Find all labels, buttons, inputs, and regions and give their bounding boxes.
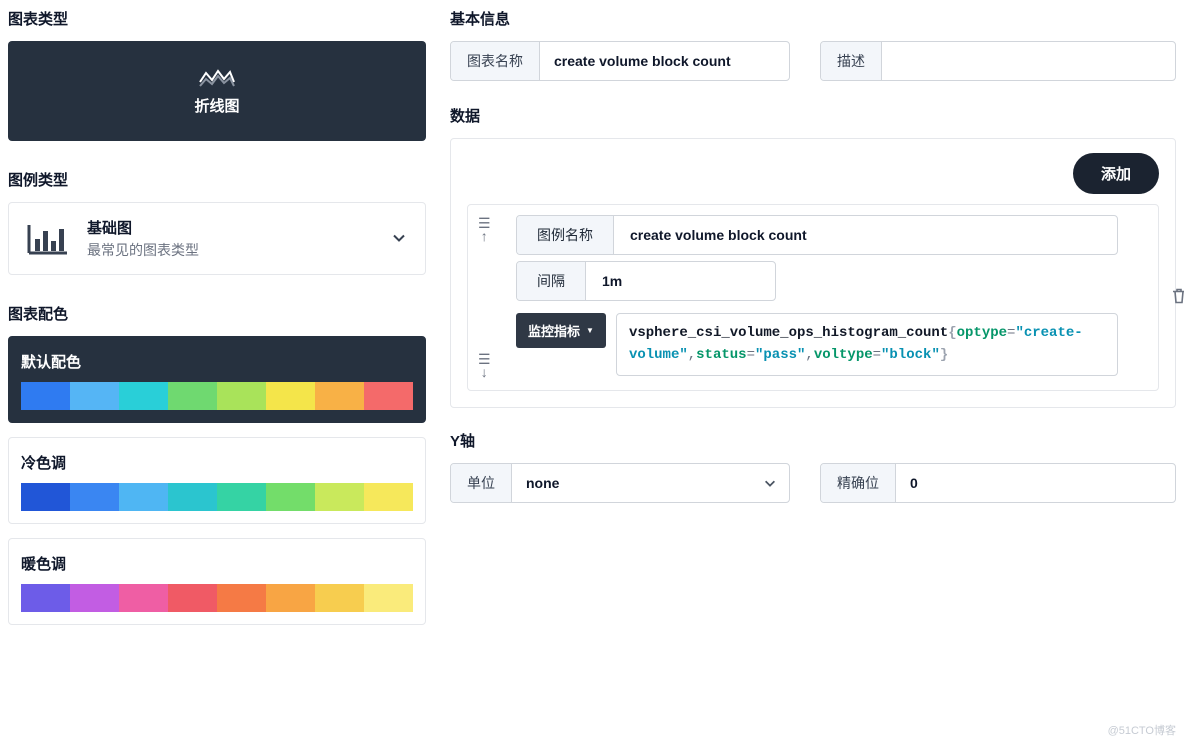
color-swatch [364,584,413,612]
interval-value[interactable]: 1m [586,262,775,300]
precision-label: 精确位 [821,464,896,502]
color-swatch [364,483,413,511]
bar-chart-icon [27,223,67,255]
watermark: @51CTO博客 [1108,722,1176,738]
color-swatch [119,382,168,410]
move-up-icon[interactable]: ↑ [481,228,488,244]
legend-name-value[interactable]: create volume block count [614,216,1117,254]
legend-card-title: 基础图 [87,217,199,238]
color-swatch [119,483,168,511]
color-swatch [168,382,217,410]
chart-name-field[interactable]: 图表名称 create volume block count [450,41,790,81]
data-title: 数据 [450,105,1176,126]
legend-name-label: 图例名称 [517,216,614,254]
color-swatch [315,584,364,612]
color-swatch [70,584,119,612]
palette-name: 冷色调 [21,452,413,473]
color-swatch [119,584,168,612]
color-swatch [168,483,217,511]
unit-value: none [512,464,763,502]
swatch-row [21,584,413,612]
chart-type-card[interactable]: 折线图 [8,41,426,141]
description-field[interactable]: 描述 [820,41,1176,81]
metric-tag[interactable]: 监控指标 ▼ [516,313,606,348]
color-swatch [364,382,413,410]
color-swatch [315,483,364,511]
color-swatch [266,584,315,612]
color-swatch [70,382,119,410]
metric-tag-label: 监控指标 [528,321,580,340]
unit-label: 单位 [451,464,512,502]
color-swatch [21,584,70,612]
chevron-down-icon [763,464,789,502]
color-swatch [217,483,266,511]
chart-type-title: 图表类型 [8,8,426,29]
palette-title: 图表配色 [8,303,426,324]
legend-type-card[interactable]: 基础图 最常见的图表类型 [8,202,426,275]
palette-card[interactable]: 冷色调 [8,437,426,524]
color-swatch [217,584,266,612]
color-swatch [168,584,217,612]
trash-icon[interactable] [1171,287,1184,308]
palette-name: 暖色调 [21,553,413,574]
swatch-row [21,483,413,511]
chevron-down-icon [391,229,407,248]
color-swatch [266,382,315,410]
color-swatch [70,483,119,511]
precision-field[interactable]: 精确位 0 [820,463,1176,503]
metric-expression[interactable]: vsphere_csi_volume_ops_histogram_count{o… [616,313,1118,376]
add-button[interactable]: 添加 [1073,153,1159,194]
palette-name: 默认配色 [21,351,413,372]
swatch-row [21,382,413,410]
data-panel: 添加 ☰ ↑ ☰ ↓ 图例名称 create volume block coun… [450,138,1176,408]
legend-card-subtitle: 最常见的图表类型 [87,240,199,260]
color-swatch [217,382,266,410]
legend-type-title: 图例类型 [8,169,426,190]
palette-card[interactable]: 暖色调 [8,538,426,625]
description-value[interactable] [882,42,1175,80]
interval-label: 间隔 [517,262,586,300]
yaxis-title: Y轴 [450,430,1176,451]
palette-card[interactable]: 默认配色 [8,336,426,423]
unit-field[interactable]: 单位 none [450,463,790,503]
caret-down-icon: ▼ [586,326,594,335]
chart-name-value[interactable]: create volume block count [540,42,789,80]
move-down-icon[interactable]: ↓ [481,364,488,380]
series-box: ☰ ↑ ☰ ↓ 图例名称 create volume block count 间… [467,204,1159,391]
color-swatch [21,382,70,410]
precision-value[interactable]: 0 [896,464,1175,502]
color-swatch [315,382,364,410]
chart-name-label: 图表名称 [451,42,540,80]
basic-info-title: 基本信息 [450,8,1176,29]
color-swatch [266,483,315,511]
line-chart-icon [199,67,235,87]
description-label: 描述 [821,42,882,80]
legend-name-field[interactable]: 图例名称 create volume block count [516,215,1118,255]
chart-type-label: 折线图 [194,95,239,116]
interval-field[interactable]: 间隔 1m [516,261,776,301]
color-swatch [21,483,70,511]
